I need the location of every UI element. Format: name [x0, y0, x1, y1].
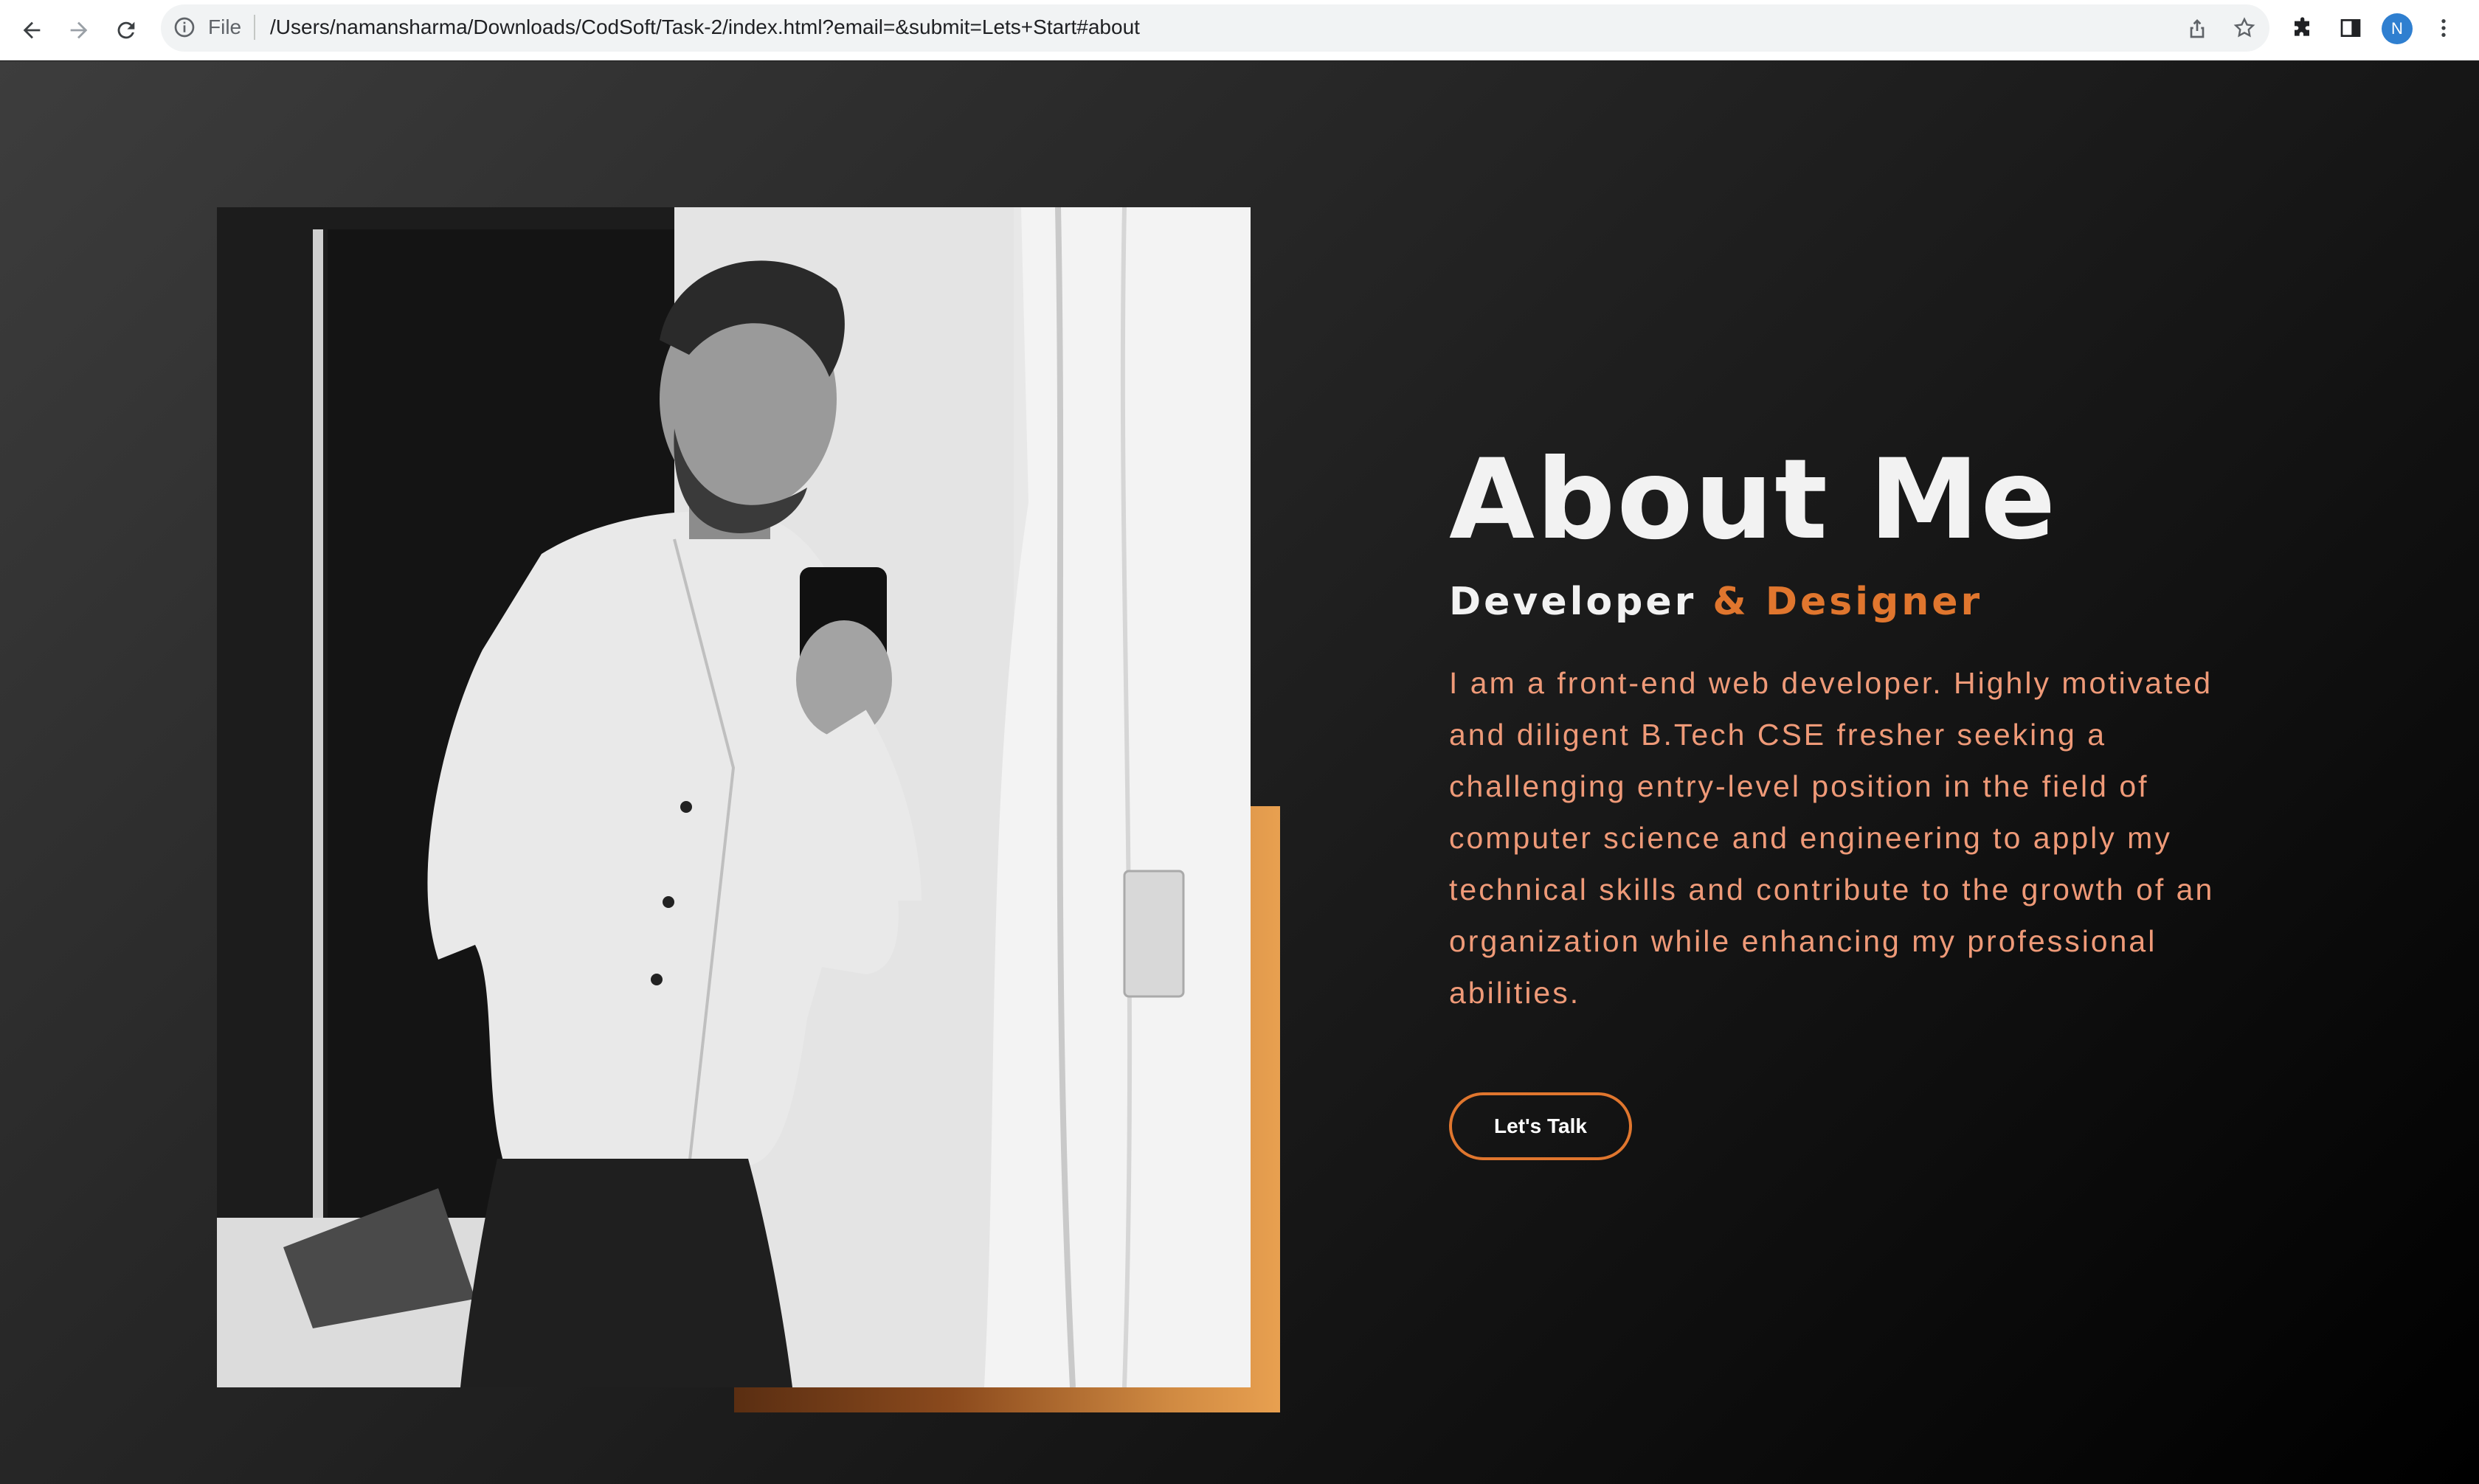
- subtitle-designer: & Designer: [1696, 580, 1983, 624]
- profile-photo: [217, 207, 1251, 1387]
- about-section: About Me Developer & Designer I am a fro…: [0, 61, 2479, 1484]
- back-button[interactable]: [13, 12, 50, 49]
- arrow-right-icon: [70, 21, 88, 39]
- lets-talk-button[interactable]: Let's Talk: [1449, 1092, 1632, 1160]
- arrow-left-icon: [23, 21, 41, 39]
- about-content: About Me Developer & Designer I am a fro…: [1449, 437, 2275, 1160]
- share-button[interactable]: [2182, 13, 2212, 43]
- info-icon[interactable]: [173, 15, 196, 39]
- about-subtitle: Developer & Designer: [1449, 576, 2275, 628]
- profile-avatar[interactable]: N: [2382, 13, 2413, 44]
- side-panel-button[interactable]: [2336, 13, 2365, 43]
- kebab-menu-icon: [2441, 19, 2446, 37]
- reload-button[interactable]: [108, 12, 145, 49]
- about-title: About Me: [1449, 436, 2058, 564]
- puzzle-icon: [2295, 17, 2309, 36]
- share-icon: [2190, 19, 2205, 38]
- url-text[interactable]: /Users/namansharma/Downloads/CodSoft/Tas…: [270, 15, 1140, 40]
- side-panel-icon: [2340, 19, 2361, 37]
- forward-button[interactable]: [60, 12, 97, 49]
- subtitle-developer: Developer: [1449, 580, 1697, 624]
- url-separator: [254, 15, 255, 40]
- extensions-button[interactable]: [2289, 13, 2318, 43]
- browser-toolbar: File /Users/namansharma/Downloads/CodSof…: [0, 0, 2479, 60]
- url-scheme-label: File: [208, 15, 242, 38]
- reload-icon: [117, 21, 135, 39]
- bookmark-button[interactable]: [2230, 13, 2259, 43]
- browser-menu-button[interactable]: [2429, 13, 2458, 43]
- about-description: I am a front-end web developer. Highly m…: [1449, 666, 2215, 1010]
- star-icon: [2233, 17, 2255, 38]
